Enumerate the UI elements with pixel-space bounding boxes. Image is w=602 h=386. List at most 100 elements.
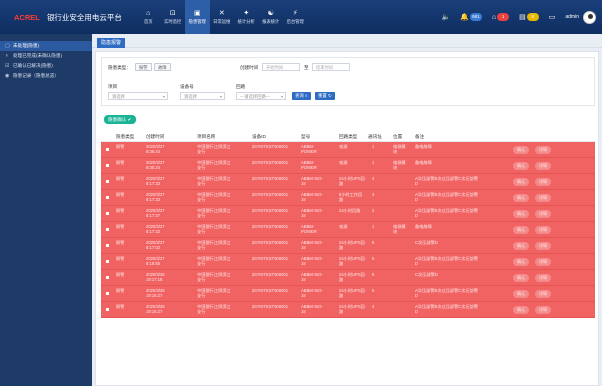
calendar-icon: ▤ — [519, 14, 526, 21]
nav-report[interactable]: ☯ 报表统计 — [259, 0, 284, 34]
confirm-button[interactable]: 确认 — [513, 242, 529, 250]
row-checkbox[interactable] — [106, 180, 109, 183]
project-select[interactable]: 请选择 ▾ — [108, 92, 168, 100]
cell-addr: 4 — [372, 304, 375, 309]
nav-daily-ops[interactable]: ✕ 日常运维 — [210, 0, 235, 34]
cell-time: 2020/3/27 9:17:22 — [146, 224, 180, 234]
row-checkbox[interactable] — [106, 228, 109, 231]
cell-line: 9:36:44 — [146, 149, 160, 154]
sound-button[interactable]: 🔈 — [441, 13, 450, 21]
sidebar-item-0[interactable]: ▢ 未处理(隐患) — [0, 41, 92, 51]
nav-label: 统计分析 — [237, 18, 255, 24]
confirm-button[interactable]: 确认 — [513, 178, 529, 186]
end-time-input[interactable]: 结束时间 — [312, 63, 350, 71]
cell-model: ABBM- POWER — [301, 160, 331, 170]
nav-alarm-manage[interactable]: ▣ 隐患管理 — [185, 0, 210, 34]
confirm-button[interactable]: 确认 — [513, 258, 529, 266]
cell-line: 24小时UPS回 — [339, 272, 365, 277]
row-checkbox[interactable] — [106, 260, 109, 263]
cell-dev: ZHYDTEST000001 — [252, 144, 289, 149]
sidebar-item-1[interactable]: ♆ 处理已完成(未确认隐患) — [0, 51, 92, 61]
cell-line: 路 — [339, 245, 344, 250]
confirm-button[interactable]: 确认 — [513, 290, 529, 298]
confirm-button[interactable]: 确认 — [513, 226, 529, 234]
details-button[interactable]: 详情 — [535, 178, 551, 186]
nav-backend[interactable]: ⚡ 后台管理 — [283, 0, 308, 34]
avatar[interactable] — [583, 10, 596, 24]
sidebar: ▢ 未处理(隐患) ♆ 处理已完成(未确认隐患) ☑ 已确认已解决(隐患) ◉ 隐患记录（隐患… — [0, 34, 92, 386]
chat-button[interactable]: ▭ — [549, 13, 556, 21]
cell-line: 支行 — [197, 309, 206, 314]
cell-line: 路 — [339, 277, 344, 282]
sidebar-item-3[interactable]: ◉ 隐患记录（隐患总览） — [0, 71, 92, 81]
cell-type: 报警 — [116, 176, 125, 181]
calendar-button[interactable]: ▤ 8 — [519, 13, 539, 21]
confirm-button[interactable]: 确认 — [513, 210, 529, 218]
details-button[interactable]: 详情 — [535, 274, 551, 282]
device-select[interactable]: 请选择 ▾ — [180, 92, 225, 100]
row-checkbox[interactable] — [106, 212, 109, 215]
row-checkbox[interactable] — [106, 308, 109, 311]
row-checkbox[interactable] — [106, 196, 109, 199]
cell-model: ABBM-SIG- 15 — [301, 304, 331, 314]
details-button[interactable]: 详情 — [535, 210, 551, 218]
cell-note: 备电故障 — [415, 160, 432, 165]
row-checkbox[interactable] — [106, 244, 109, 247]
cell-line: 24小时UPS回 — [339, 256, 365, 261]
search-button[interactable]: 查询 ⌕ — [292, 92, 311, 100]
cell-loop: 24小时UPS回路 — [339, 240, 369, 250]
nav-analysis[interactable]: ✦ 统计分析 — [234, 0, 259, 34]
chevron-down-icon: ▾ — [280, 94, 283, 99]
header-actions: 🔈 🔔 981 ⌂ 1 ▤ 8 ▭ admin — [441, 0, 602, 34]
table-row: 报警 2020/3/27 9:36:44 中国银行江阴滨江 支行 ZHYDTEST0000… — [101, 142, 595, 158]
type-option-fault[interactable]: 故障 — [154, 63, 171, 71]
confirm-button[interactable]: 确认 — [513, 274, 529, 282]
cell-loop: 24小时UPS回路 — [339, 272, 369, 282]
details-button[interactable]: 详情 — [535, 162, 551, 170]
row-checkbox[interactable] — [106, 292, 109, 295]
row-checkbox[interactable] — [106, 148, 109, 151]
home-alert-button[interactable]: ⌂ 1 — [492, 13, 510, 21]
cell-model: ABBM-SIG- 15 — [301, 288, 331, 298]
row-checkbox[interactable] — [106, 276, 109, 279]
loop-select[interactable]: ---请选择回路--- ▾ — [236, 92, 286, 100]
chevron-down-icon: ▾ — [162, 94, 165, 99]
nav-home[interactable]: ⌂ 首页 — [136, 0, 161, 34]
cell-dev: ZHYDTEST000001 — [252, 240, 289, 245]
cell-line: 支行 — [197, 261, 206, 266]
sidebar-item-2[interactable]: ☑ 已确认已解决(隐患) — [0, 61, 92, 71]
details-button[interactable]: 详情 — [535, 194, 551, 202]
nav-label: 实时监控 — [164, 18, 182, 24]
details-button[interactable]: 详情 — [535, 290, 551, 298]
cell-pos: 电源模块 — [393, 160, 411, 170]
reset-button[interactable]: 重置 ↻ — [315, 92, 335, 100]
cell-time: 2020/3/27 9:17:27 — [146, 208, 180, 218]
details-button[interactable]: 详情 — [535, 258, 551, 266]
start-time-input[interactable]: 开始时间 — [262, 63, 300, 71]
confirm-button[interactable]: 确认 — [513, 194, 529, 202]
details-button[interactable]: 详情 — [535, 226, 551, 234]
cell-line: 15 — [301, 277, 306, 282]
details-button[interactable]: 详情 — [535, 242, 551, 250]
cell-dev: ZHYDTEST000001 — [252, 272, 289, 277]
cell-addr: 1 — [372, 160, 375, 165]
confirm-button[interactable]: 确认 — [513, 162, 529, 170]
confirm-button[interactable]: 确认 — [513, 146, 529, 154]
column-header: 创建时间 — [146, 134, 165, 139]
cell-line: 支行 — [197, 229, 206, 234]
time-label: 创建时间 — [240, 65, 259, 70]
cell-line: 支行 — [197, 181, 206, 186]
details-button[interactable]: 详情 — [535, 146, 551, 154]
cell-line: 支行 — [197, 197, 206, 202]
type-option-alarm[interactable]: 报警 — [135, 63, 152, 71]
tab-alarm[interactable]: 隐患报警 — [97, 38, 126, 48]
details-button[interactable]: 详情 — [535, 306, 551, 314]
bell-button[interactable]: 🔔 981 — [460, 13, 482, 21]
nav-monitor[interactable]: ⊡ 实时监控 — [161, 0, 186, 34]
row-checkbox[interactable] — [106, 164, 109, 167]
cell-dev: ZHYDTEST000001 — [252, 192, 289, 197]
confirm-alarm-button[interactable]: 隐患确认 ✔ — [104, 115, 136, 124]
confirm-button[interactable]: 确认 — [513, 306, 529, 314]
sidebar-item-label: 已确认已解决(隐患) — [13, 63, 53, 68]
user-name[interactable]: admin — [565, 14, 579, 20]
